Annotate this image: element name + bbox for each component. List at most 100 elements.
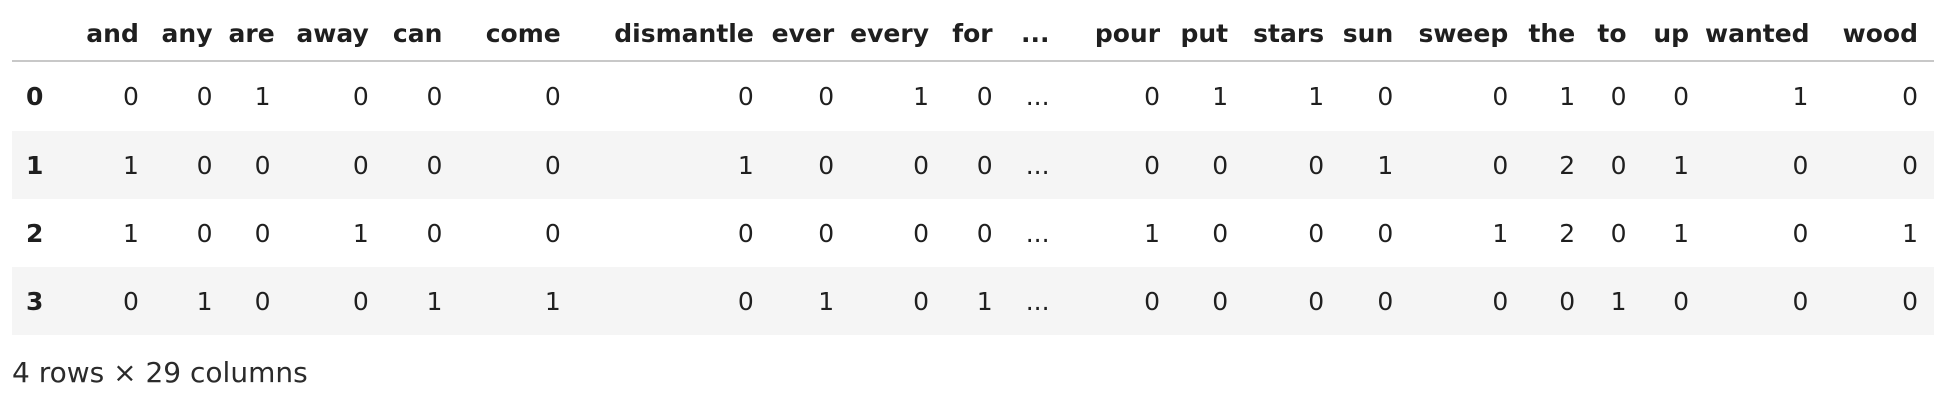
table-cell: 1 — [1902, 218, 1918, 248]
table-cell: 0 — [913, 150, 930, 180]
table-cell: 2 — [1559, 218, 1576, 248]
column-header: away — [286, 0, 385, 62]
table-cell: ... — [1025, 150, 1050, 180]
table-cell: 0 — [544, 218, 561, 248]
table-cell: 0 — [544, 82, 561, 111]
table-cell: 0 — [426, 150, 443, 180]
column-header: sweep — [1409, 0, 1525, 62]
table-cell: 0 — [1792, 150, 1809, 180]
table-cell: 0 — [976, 150, 993, 180]
table-cell: 0 — [254, 286, 271, 316]
table-cell: 0 — [122, 82, 139, 111]
table-cell: 0 — [976, 82, 993, 111]
table-cell: 0 — [1377, 82, 1394, 111]
table-cell: 1 — [976, 286, 993, 316]
table-cell: 0 — [1559, 286, 1576, 316]
column-header: the — [1524, 0, 1592, 62]
table-cell: ... — [1025, 82, 1050, 111]
column-header: every — [850, 0, 946, 62]
table-row: 0 0 0 1 0 0 0 0 0 1 0 ... 0 1 1 0 0 1 0 … — [12, 61, 1934, 131]
row-index: 1 — [26, 150, 44, 180]
table-cell: 0 — [1308, 286, 1325, 316]
table-cell: 0 — [196, 150, 213, 180]
table-cell: 0 — [976, 218, 993, 248]
column-header: and — [56, 0, 155, 62]
table-cell: 0 — [1492, 286, 1509, 316]
table-cell: 0 — [254, 218, 271, 248]
column-header: ... — [1008, 0, 1066, 62]
dataframe-table: and any are away can come dismantle ever… — [12, 0, 1934, 335]
column-header: put — [1176, 0, 1245, 62]
table-cell: 1 — [1212, 82, 1229, 111]
table-cell: 1 — [122, 218, 139, 248]
table-cell: 1 — [913, 82, 930, 111]
table-cell: 0 — [1902, 286, 1918, 316]
table-cell: 0 — [737, 218, 754, 248]
column-header: are — [228, 0, 287, 62]
table-cell: 0 — [818, 218, 835, 248]
table-cell: 0 — [1673, 82, 1690, 111]
column-header: come — [458, 0, 577, 62]
table-cell: 0 — [1492, 150, 1509, 180]
table-cell: 0 — [1792, 286, 1809, 316]
table-cell: 0 — [737, 286, 754, 316]
table-cell: 1 — [1673, 218, 1690, 248]
column-header: to — [1591, 0, 1643, 62]
table-cell: 0 — [1377, 286, 1394, 316]
table-cell: 1 — [1559, 82, 1576, 111]
table-cell: 0 — [1308, 218, 1325, 248]
table-cell: 0 — [426, 82, 443, 111]
table-cell: 1 — [1792, 82, 1809, 111]
table-cell: 0 — [1308, 150, 1325, 180]
table-row: 2 1 0 0 1 0 0 0 0 0 0 ... 1 0 0 0 1 2 0 … — [12, 199, 1934, 267]
table-cell: 0 — [1492, 82, 1509, 111]
column-header: wanted — [1705, 0, 1825, 62]
column-header: sun — [1340, 0, 1410, 62]
table-cell: 0 — [913, 286, 930, 316]
table-cell: 0 — [913, 218, 930, 248]
table-cell: 0 — [1377, 218, 1394, 248]
table-cell: ... — [1025, 286, 1050, 316]
table-cell: 0 — [1673, 286, 1690, 316]
index-header — [12, 0, 57, 62]
table-cell: 0 — [818, 150, 835, 180]
row-index: 0 — [26, 82, 44, 111]
table-cell: 0 — [1144, 286, 1161, 316]
table-cell: 0 — [254, 150, 271, 180]
table-cell: 1 — [196, 286, 213, 316]
table-cell: 1 — [1377, 150, 1394, 180]
table-cell: 1 — [1610, 286, 1627, 316]
table-cell: 1 — [544, 286, 561, 316]
table-cell: 0 — [352, 82, 369, 111]
column-header: dismantle — [576, 0, 770, 62]
column-header: for — [945, 0, 1009, 62]
table-cell: 0 — [196, 218, 213, 248]
column-header: can — [384, 0, 459, 62]
table-cell: 0 — [818, 82, 835, 111]
column-header: up — [1642, 0, 1706, 62]
table-cell: 0 — [1144, 82, 1161, 111]
table-cell: 0 — [1212, 218, 1229, 248]
table-cell: 1 — [352, 218, 369, 248]
table-cell: 0 — [426, 218, 443, 248]
column-header: wood — [1824, 0, 1934, 62]
table-cell: 0 — [544, 150, 561, 180]
table-cell: 1 — [1308, 82, 1325, 111]
table-cell: 0 — [1212, 150, 1229, 180]
table-row: 1 1 0 0 0 0 0 1 0 0 0 ... 0 0 0 1 0 2 0 … — [12, 131, 1934, 199]
table-cell: 1 — [818, 286, 835, 316]
column-header: pour — [1065, 0, 1177, 62]
table-cell: 0 — [352, 150, 369, 180]
table-cell: 0 — [1144, 150, 1161, 180]
table-cell: 2 — [1559, 150, 1576, 180]
column-header: stars — [1244, 0, 1341, 62]
table-cell: 0 — [1610, 150, 1627, 180]
row-index: 3 — [26, 286, 44, 316]
column-header: ever — [769, 0, 851, 62]
table-cell: 0 — [1902, 150, 1918, 180]
table-cell: 0 — [352, 286, 369, 316]
table-cell: 0 — [1792, 218, 1809, 248]
table-cell: 0 — [737, 82, 754, 111]
table-cell: 1 — [122, 150, 139, 180]
table-shape-summary: 4 rows × 29 columns — [12, 356, 308, 389]
